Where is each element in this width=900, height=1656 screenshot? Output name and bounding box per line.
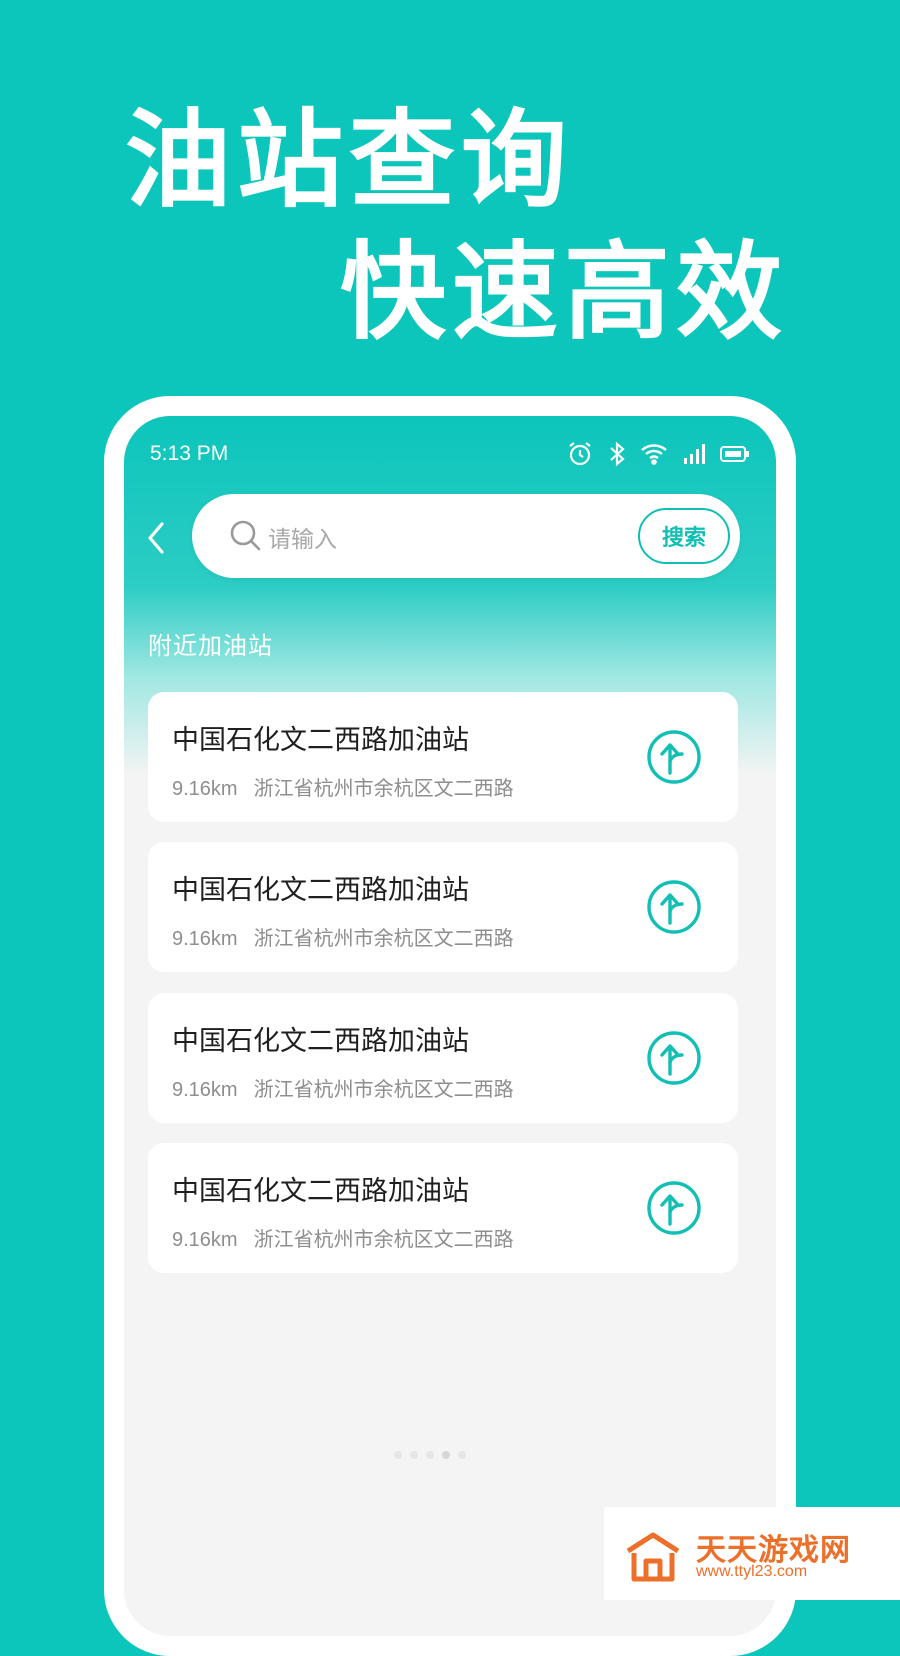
station-details: 9.16km 浙江省杭州市余杭区文二西路 xyxy=(172,922,514,951)
page-dot xyxy=(410,1451,418,1459)
station-name: 中国石化文二西路加油站 xyxy=(172,1176,469,1207)
wifi-icon xyxy=(641,444,667,465)
station-address: 浙江省杭州市余杭区文二西路 xyxy=(253,776,514,800)
station-address: 浙江省杭州市余杭区文二西路 xyxy=(253,1077,514,1101)
page-dot xyxy=(458,1451,466,1459)
navigate-icon[interactable] xyxy=(646,879,702,935)
station-address: 浙江省杭州市余杭区文二西路 xyxy=(253,1227,514,1251)
station-distance: 9.16km xyxy=(172,928,238,950)
status-bar: 5:13 PM xyxy=(150,436,750,480)
signal-icon xyxy=(684,444,705,464)
search-icon xyxy=(230,520,261,551)
search-input[interactable]: 请输入 xyxy=(268,520,337,554)
phone-frame: 5:13 PM 请输入 搜索 附近加油站 中国石化文二西路加油站 9.16km … xyxy=(104,396,796,1656)
search-button[interactable]: 搜索 xyxy=(638,508,730,564)
station-details: 9.16km 浙江省杭州市余杭区文二西路 xyxy=(172,1073,514,1102)
station-card[interactable]: 中国石化文二西路加油站 9.16km 浙江省杭州市余杭区文二西路 xyxy=(148,1143,738,1273)
station-name: 中国石化文二西路加油站 xyxy=(172,875,469,906)
station-card[interactable]: 中国石化文二西路加油站 9.16km 浙江省杭州市余杭区文二西路 xyxy=(148,842,738,972)
status-time: 5:13 PM xyxy=(150,442,229,465)
section-title-nearby: 附近加油站 xyxy=(148,632,273,660)
station-name: 中国石化文二西路加油站 xyxy=(172,1026,469,1057)
page-dot xyxy=(426,1451,434,1459)
page-indicator xyxy=(394,1451,466,1459)
page-dot xyxy=(394,1451,402,1459)
back-chevron-icon[interactable] xyxy=(142,520,172,556)
battery-icon xyxy=(720,446,749,462)
bluetooth-icon xyxy=(610,441,625,467)
watermark: 天天游戏网 www.ttyl23.com xyxy=(604,1507,900,1600)
watermark-url: www.ttyl23.com xyxy=(696,1563,808,1580)
station-card[interactable]: 中国石化文二西路加油站 9.16km 浙江省杭州市余杭区文二西路 xyxy=(148,993,738,1123)
navigate-icon[interactable] xyxy=(646,1180,702,1236)
station-details: 9.16km 浙江省杭州市余杭区文二西路 xyxy=(172,1223,514,1252)
station-card[interactable]: 中国石化文二西路加油站 9.16km 浙江省杭州市余杭区文二西路 xyxy=(148,692,738,822)
station-distance: 9.16km xyxy=(172,1229,238,1251)
page-dot-active xyxy=(442,1451,450,1459)
search-bar[interactable]: 请输入 搜索 xyxy=(192,494,740,578)
headline-line-2: 快速高效 xyxy=(340,231,788,354)
alarm-icon xyxy=(569,442,591,466)
station-distance: 9.16km xyxy=(172,778,238,800)
station-details: 9.16km 浙江省杭州市余杭区文二西路 xyxy=(172,772,514,801)
watermark-logo-icon xyxy=(626,1532,680,1582)
headline-line-1: 油站查询 xyxy=(125,99,573,222)
station-name: 中国石化文二西路加油站 xyxy=(172,725,469,756)
navigate-icon[interactable] xyxy=(646,1030,702,1086)
station-distance: 9.16km xyxy=(172,1079,238,1101)
navigate-icon[interactable] xyxy=(646,729,702,785)
station-address: 浙江省杭州市余杭区文二西路 xyxy=(253,926,514,950)
